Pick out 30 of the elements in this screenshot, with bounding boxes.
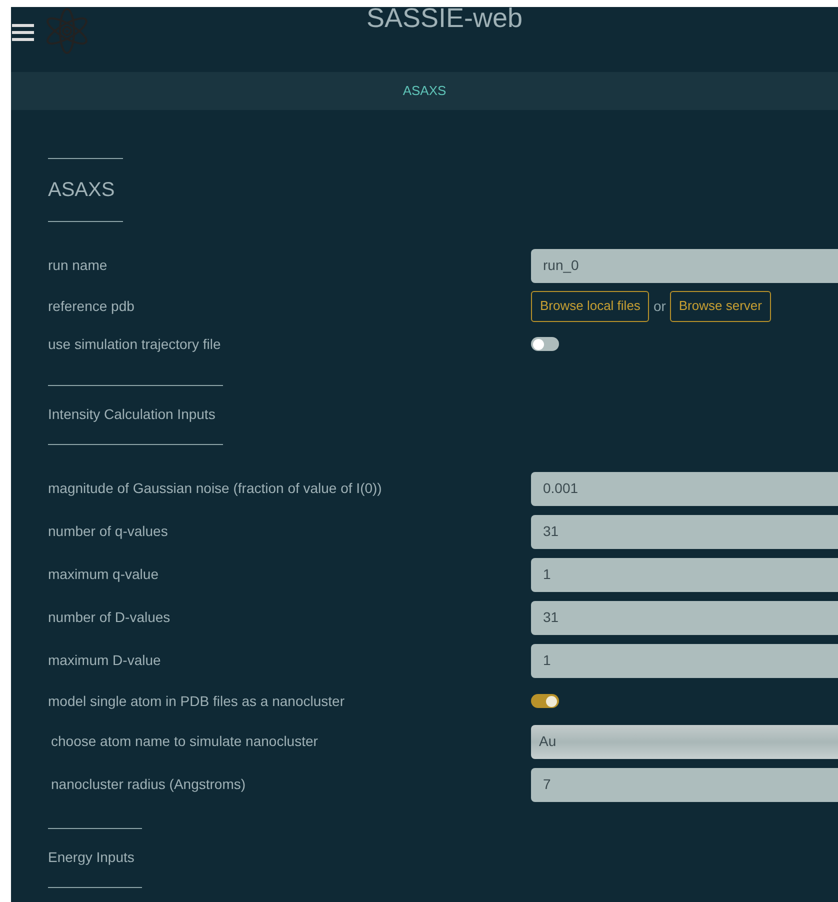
section-heading: Energy Inputs: [48, 849, 134, 865]
text-field[interactable]: 7: [531, 768, 838, 802]
nav-tab[interactable]: ASAXS: [402, 81, 446, 101]
field-label: maximum D-value: [48, 651, 162, 670]
field-label: maximum q-value: [48, 565, 160, 584]
section-heading: Intensity Calculation Inputs: [48, 406, 216, 422]
browse-button[interactable]: Browse server: [670, 290, 771, 322]
select-dropdown[interactable]: Au: [531, 724, 838, 758]
app-title: SASSIE-web: [366, 7, 523, 32]
field-label: reference pdb: [48, 296, 136, 316]
text-field[interactable]: 31: [531, 600, 838, 634]
browse-button[interactable]: Browse local files: [531, 290, 650, 322]
text-field[interactable]: 31: [531, 514, 838, 548]
text-field[interactable]: run_0: [531, 248, 838, 282]
field-label: nanocluster radius (Angstroms): [50, 775, 247, 794]
or-text: or: [653, 296, 666, 316]
text-field[interactable]: 0.001: [531, 472, 838, 506]
field-label: use simulation trajectory file: [48, 334, 222, 354]
toggle-switch[interactable]: [531, 337, 559, 351]
field-label: model single atom in PDB files as a nanocluster: [48, 692, 346, 711]
field-label: number of D-values: [48, 608, 172, 627]
text-field[interactable]: 1: [531, 644, 838, 678]
field-label: magnitude of Gaussian noise (fraction of value of I(0)): [48, 479, 383, 498]
toggle-switch[interactable]: [531, 694, 559, 708]
menu-icon[interactable]: [12, 22, 34, 42]
text-field[interactable]: 1: [531, 558, 838, 592]
field-label: number of q-values: [48, 522, 169, 541]
section-heading: ASAXS: [48, 179, 115, 201]
field-label: choose atom name to simulate nanocluster: [50, 732, 319, 751]
field-label: run name: [48, 256, 108, 275]
